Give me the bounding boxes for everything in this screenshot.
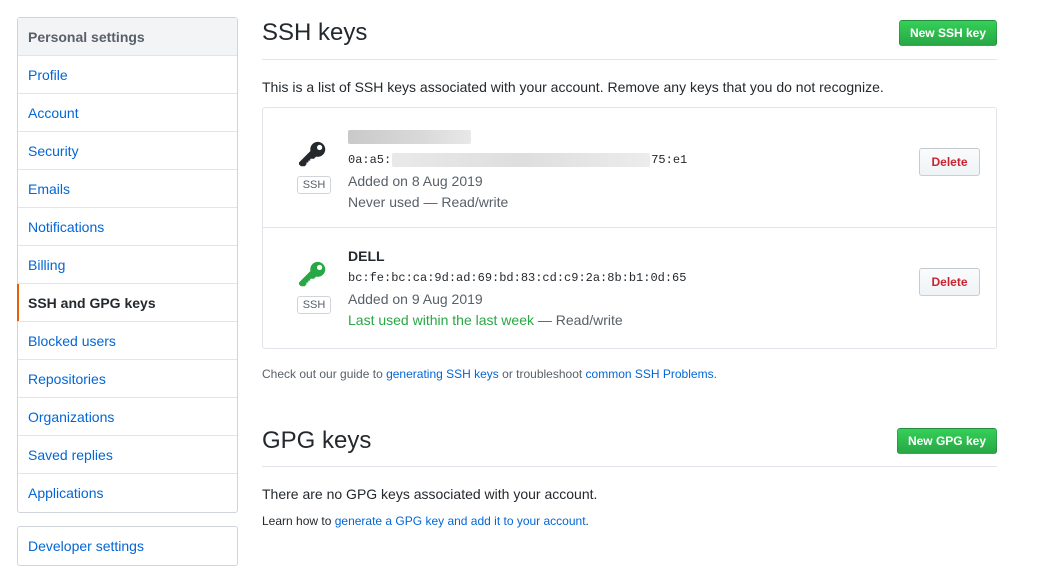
sidebar-item-account[interactable]: Account — [18, 94, 237, 132]
ssh-key-item: SSH 0a:a5: 75:e1 Added on 8 Aug 2019 Nev… — [263, 108, 996, 228]
key-usage-recent: Last used within the last week — [348, 312, 534, 328]
sidebar-item-repositories[interactable]: Repositories — [18, 360, 237, 398]
key-added-date: Added on 9 Aug 2019 — [348, 291, 483, 307]
sidebar-item-ssh-gpg-keys[interactable]: SSH and GPG keys — [17, 284, 237, 322]
note-text: . — [713, 367, 717, 381]
key-usage-line: Never used — Read/write — [348, 194, 687, 210]
key-icon-wrap: SSH — [295, 140, 333, 194]
sidebar-item-notifications[interactable]: Notifications — [18, 208, 237, 246]
generate-gpg-key-link[interactable]: generate a GPG key and add it to your ac… — [335, 514, 586, 528]
key-fingerprint: bc:fe:bc:ca:9d:ad:69:bd:83:cd:c9:2a:8b:b… — [348, 271, 687, 285]
key-icon — [299, 261, 326, 287]
ssh-key-list: SSH 0a:a5: 75:e1 Added on 8 Aug 2019 Nev… — [262, 107, 997, 349]
note-text: Check out our guide to — [262, 367, 387, 381]
common-ssh-problems-link[interactable]: common SSH Problems — [586, 367, 714, 381]
key-fingerprint: 0a:a5: 75:e1 — [348, 152, 687, 168]
delete-key-button[interactable]: Delete — [919, 148, 980, 176]
new-gpg-key-button[interactable]: New GPG key — [896, 428, 997, 454]
sidebar-item-organizations[interactable]: Organizations — [18, 398, 237, 436]
sidebar-item-saved-replies[interactable]: Saved replies — [18, 436, 237, 474]
sidebar-header: Personal settings — [18, 18, 237, 56]
note-text: Learn how to — [262, 514, 335, 528]
key-details: DELL bc:fe:bc:ca:9d:ad:69:bd:83:cd:c9:2a… — [348, 248, 686, 328]
sidebar-item-developer-settings[interactable]: Developer settings — [18, 527, 237, 565]
note-text: . — [585, 514, 589, 528]
key-added-date: Added on 8 Aug 2019 — [348, 173, 483, 189]
sidebar-item-applications[interactable]: Applications — [18, 474, 237, 512]
new-ssh-key-button[interactable]: New SSH key — [898, 20, 997, 46]
key-icon-wrap: SSH — [295, 260, 333, 314]
delete-key-button[interactable]: Delete — [919, 268, 980, 296]
main-content: SSH keys New SSH key This is a list of S… — [262, 0, 997, 528]
sidebar-item-blocked-users[interactable]: Blocked users — [18, 322, 237, 360]
ssh-key-item: SSH DELL bc:fe:bc:ca:9d:ad:69:bd:83:cd:c… — [263, 228, 996, 348]
fingerprint-start: 0a:a5: — [348, 153, 392, 167]
key-access: — Read/write — [537, 312, 623, 328]
key-title-blur — [348, 130, 471, 144]
gpg-learn-note: Learn how to generate a GPG key and add … — [262, 514, 997, 528]
key-access: — Read/write — [423, 194, 509, 210]
key-usage-line: Last used within the last week — Read/wr… — [348, 312, 686, 328]
fingerprint-redacted — [392, 153, 651, 167]
sidebar-item-security[interactable]: Security — [18, 132, 237, 170]
ssh-guide-note: Check out our guide to generating SSH ke… — [262, 367, 997, 381]
sidebar-item-profile[interactable]: Profile — [18, 56, 237, 94]
key-details: 0a:a5: 75:e1 Added on 8 Aug 2019 Never u… — [348, 128, 687, 210]
sidebar-item-emails[interactable]: Emails — [18, 170, 237, 208]
ssh-badge: SSH — [296, 296, 332, 314]
settings-sidebar: Personal settings Profile Account Securi… — [17, 17, 238, 513]
key-usage: Never used — [348, 194, 420, 210]
key-title-redacted — [348, 130, 687, 148]
generating-ssh-keys-link[interactable]: generating SSH keys — [386, 367, 499, 381]
fingerprint-end: 75:e1 — [651, 153, 688, 167]
sidebar-item-billing[interactable]: Billing — [18, 246, 237, 284]
ssh-intro-text: This is a list of SSH keys associated wi… — [262, 79, 884, 95]
ssh-subhead: SSH keys New SSH key — [262, 19, 997, 60]
gpg-section-title: GPG keys — [262, 427, 372, 454]
developer-sidebar: Developer settings — [17, 526, 238, 566]
note-text: or troubleshoot — [498, 367, 586, 381]
gpg-subhead: GPG keys New GPG key — [262, 427, 997, 467]
key-title: DELL — [348, 248, 385, 264]
ssh-badge: SSH — [296, 176, 332, 194]
gpg-empty-text: There are no GPG keys associated with yo… — [262, 486, 598, 502]
key-icon — [299, 141, 326, 167]
ssh-section-title: SSH keys — [262, 19, 368, 46]
